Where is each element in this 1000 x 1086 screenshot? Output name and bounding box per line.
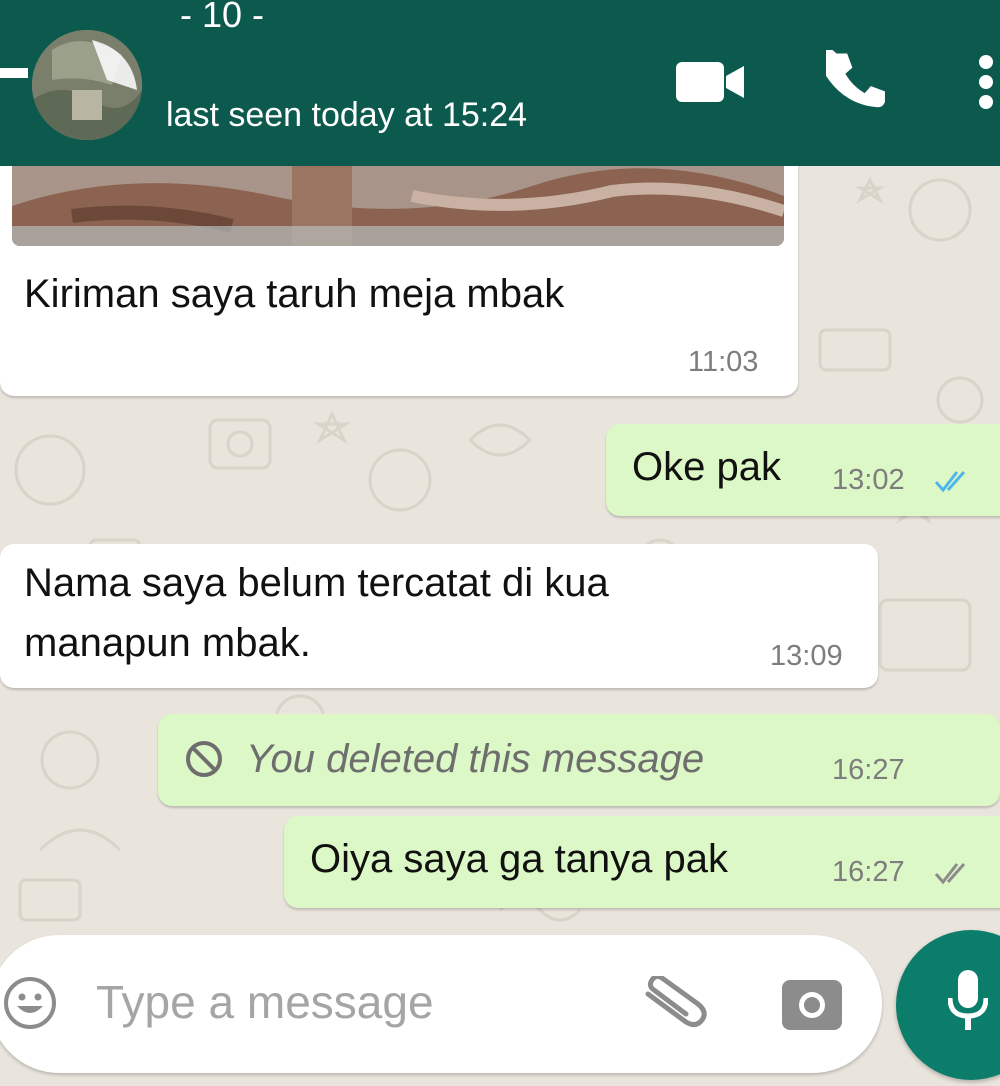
mic-icon — [948, 970, 988, 1030]
avatar[interactable] — [32, 30, 142, 140]
emoji-icon[interactable] — [2, 975, 58, 1031]
more-options-icon[interactable] — [972, 52, 1000, 112]
message-time: 13:09 — [770, 640, 843, 672]
video-call-icon[interactable] — [676, 62, 746, 102]
read-ticks-icon — [934, 471, 966, 493]
message-time: 16:27 — [832, 856, 905, 888]
last-seen-status: last seen today at 15:24 — [166, 96, 528, 134]
contact-name[interactable]: - 10 - — [180, 0, 264, 36]
chat-header: - 10 - last seen today at 15:24 — [0, 0, 1000, 166]
back-arrow-icon[interactable] — [0, 68, 28, 78]
message-time: 11:03 — [688, 346, 759, 378]
photo-thumbnail — [12, 166, 784, 246]
message-input[interactable]: Type a message — [96, 975, 434, 1029]
avatar-photo — [32, 30, 142, 140]
message-time: 16:27 — [832, 754, 905, 786]
message-text: Kiriman saya taruh meja mbak — [24, 272, 565, 316]
message-text: Oke pak — [632, 445, 781, 489]
camera-icon[interactable] — [780, 976, 844, 1032]
voice-call-icon[interactable] — [826, 50, 888, 112]
message-incoming-1[interactable]: Kiriman saya taruh meja mbak 11:03 — [0, 150, 798, 396]
message-text-line-2: manapun mbak. — [24, 621, 311, 665]
delivered-ticks-icon — [934, 863, 966, 885]
message-photo[interactable] — [12, 166, 784, 246]
message-outgoing-2[interactable]: Oke pak 13:02 — [606, 424, 1000, 516]
deleted-message-text: You deleted this message — [246, 737, 705, 781]
message-outgoing-5[interactable]: Oiya saya ga tanya pak 16:27 — [284, 816, 1000, 908]
attach-icon[interactable] — [640, 976, 710, 1032]
deleted-message-icon — [186, 741, 222, 777]
message-text-line-1: Nama saya belum tercatat di kua — [24, 561, 609, 605]
message-text: Oiya saya ga tanya pak — [310, 837, 729, 881]
message-deleted-4[interactable]: You deleted this message 16:27 — [158, 714, 1000, 806]
message-time: 13:02 — [832, 464, 905, 496]
message-incoming-3[interactable]: Nama saya belum tercatat di kua manapun … — [0, 544, 878, 688]
